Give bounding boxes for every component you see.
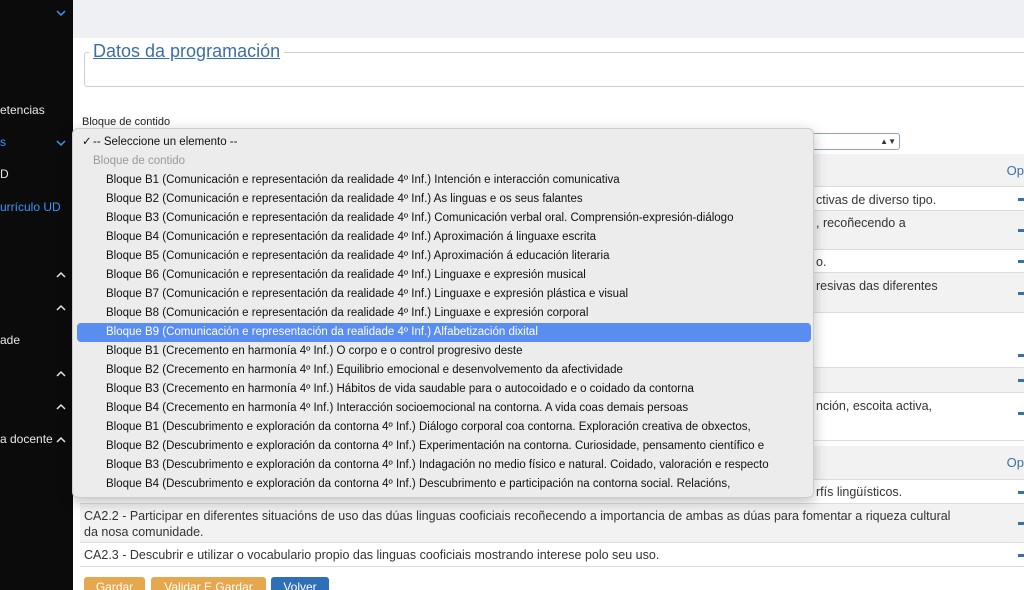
row-text: , recoñecendo a (816, 216, 906, 230)
row-text: CA2.2 - Participar en diferentes situaci… (84, 509, 951, 539)
option-label: Bloque B6 (Comunicación e representación… (106, 269, 586, 281)
sidebar-item-docente[interactable]: a docente (0, 427, 73, 451)
chevron-up-icon (55, 262, 67, 286)
row-text: o. (816, 255, 827, 269)
option-label: Bloque B9 (Comunicación e representación… (106, 326, 538, 338)
dropdown-option[interactable]: Bloque B4 (Comunicación e representación… (77, 228, 811, 247)
dropdown-option[interactable]: Bloque B3 (Comunicación e representación… (77, 209, 811, 228)
option-label: Bloque B3 (Descubrimento e exploración d… (106, 459, 769, 471)
option-label: Bloque B8 (Comunicación e representación… (106, 307, 589, 319)
sidebar-item-6[interactable] (0, 295, 73, 319)
validate-save-button[interactable]: Validar E Gardar (151, 577, 266, 590)
sidebar-item-label: D (0, 167, 9, 181)
option-label: Bloque B1 (Crecemento en harmonía 4º Inf… (106, 345, 523, 357)
bloque-contido-select[interactable]: ▲▼ (812, 133, 900, 150)
option-label: Bloque B1 (Comunicación e representación… (106, 174, 620, 186)
save-button[interactable]: Gardar (84, 577, 145, 590)
dropdown-option[interactable]: Bloque B6 (Comunicación e representación… (77, 266, 811, 285)
option-label: Bloque B4 (Crecemento en harmonía 4º Inf… (106, 402, 689, 414)
dropdown-option[interactable]: Bloque B7 (Comunicación e representación… (77, 285, 811, 304)
sidebar: etencias s D urrículo UD ade a docente (0, 0, 73, 590)
row-action-icon[interactable] (1018, 229, 1024, 232)
sidebar-item-ade[interactable]: ade (0, 328, 73, 352)
sidebar-item-programacions[interactable]: s (0, 130, 73, 154)
row-action-icon[interactable] (1018, 354, 1024, 357)
dropdown-option[interactable]: Bloque B2 (Comunicación e representación… (77, 190, 811, 209)
table-row: CA2.2 - Participar en diferentes situaci… (80, 504, 1024, 543)
sidebar-item-8[interactable] (0, 361, 73, 385)
option-label: Bloque B3 (Comunicación e representación… (106, 212, 734, 224)
dropdown-group-label: Bloque de contido (77, 152, 811, 171)
dropdown-option[interactable]: Bloque B1 (Comunicación e representación… (77, 171, 811, 190)
row-action-icon[interactable] (1018, 554, 1024, 557)
chevron-up-icon (55, 361, 67, 385)
dropdown-option[interactable]: Bloque B2 (Crecemento en harmonía 4º Inf… (77, 361, 811, 380)
row-action-icon[interactable] (1018, 379, 1024, 382)
row-action-icon[interactable] (1018, 198, 1024, 201)
top-bar (73, 0, 1024, 38)
sidebar-item-0[interactable] (0, 0, 73, 24)
back-button[interactable]: Volver (271, 577, 329, 590)
fieldset-legend: Datos da programación (89, 41, 285, 62)
group-label: Bloque de contido (93, 155, 186, 167)
row-text: ctivas de diverso tipo. (816, 193, 937, 207)
option-label: -- Seleccione un elemento -- (93, 136, 238, 148)
dropdown-option[interactable]: Bloque B1 (Crecemento en harmonía 4º Inf… (77, 342, 811, 361)
row-action-icon[interactable] (1018, 491, 1024, 494)
sidebar-item-9[interactable] (0, 394, 73, 418)
options-header: Op (1006, 163, 1024, 178)
chevron-down-icon (55, 0, 67, 24)
sidebar-item-competencias[interactable]: etencias (0, 98, 73, 122)
sidebar-item-label: ade (0, 333, 21, 347)
option-label: Bloque B1 (Descubrimento e exploración d… (106, 421, 751, 433)
dropdown-option[interactable]: Bloque B5 (Comunicación e representación… (77, 247, 811, 266)
sidebar-item-label: urrículo UD (0, 200, 61, 214)
row-text: rfís lingüísticos. (816, 485, 903, 499)
option-label: Bloque B4 (Descubrimento e exploración d… (106, 478, 731, 490)
dropdown-popup: ✓ -- Seleccione un elemento -- Bloque de… (72, 128, 814, 498)
dropdown-option[interactable]: Bloque B3 (Crecemento en harmonía 4º Inf… (77, 380, 811, 399)
chevron-down-icon (55, 130, 67, 154)
option-label: Bloque B4 (Comunicación e representación… (106, 231, 597, 243)
sidebar-item-ud[interactable]: D (0, 162, 73, 186)
select-arrows-icon: ▲▼ (880, 137, 896, 146)
sidebar-item-label: a docente (0, 432, 53, 446)
option-label: Bloque B2 (Descubrimento e exploración d… (106, 440, 765, 452)
chevron-up-icon (55, 295, 67, 319)
option-label: Bloque B2 (Crecemento en harmonía 4º Inf… (106, 364, 623, 376)
option-label: Bloque B3 (Crecemento en harmonía 4º Inf… (106, 383, 694, 395)
chevron-up-icon (55, 394, 67, 418)
option-label: Bloque B7 (Comunicación e representación… (106, 288, 629, 300)
dropdown-option[interactable]: Bloque B4 (Crecemento en harmonía 4º Inf… (77, 399, 811, 418)
row-action-icon[interactable] (1018, 522, 1024, 525)
bloque-contido-label: Bloque de contido (82, 116, 171, 128)
sidebar-item-5[interactable] (0, 262, 73, 286)
dropdown-option[interactable]: Bloque B8 (Comunicación e representación… (77, 304, 811, 323)
row-action-icon[interactable] (1018, 292, 1024, 295)
dropdown-option[interactable]: Bloque B3 (Descubrimento e exploración d… (77, 456, 811, 475)
table-row: CA2.3 - Descubrir e utilizar o vocabular… (80, 543, 1024, 567)
row-action-icon[interactable] (1018, 412, 1024, 415)
dropdown-option[interactable]: Bloque B2 (Descubrimento e exploración d… (77, 437, 811, 456)
row-text: resivas das diferentes (816, 279, 938, 293)
checkmark-icon: ✓ (82, 136, 92, 148)
dropdown-option[interactable]: Bloque B9 (Comunicación e representación… (77, 323, 811, 342)
row-text: CA2.3 - Descubrir e utilizar o vocabular… (84, 548, 660, 562)
sidebar-item-curriculo-ud[interactable]: urrículo UD (0, 195, 73, 219)
options-header: Op (1006, 455, 1024, 470)
option-label: Bloque B5 (Comunicación e representación… (106, 250, 610, 262)
dropdown-option[interactable]: Bloque B4 (Descubrimento e exploración d… (77, 475, 811, 494)
dropdown-option[interactable]: Bloque B1 (Descubrimento e exploración d… (77, 418, 811, 437)
row-text: nción, escoita activa, (816, 399, 933, 413)
row-action-icon[interactable] (1018, 260, 1024, 263)
dropdown-option-placeholder[interactable]: ✓ -- Seleccione un elemento -- (77, 133, 811, 152)
chevron-up-icon (55, 427, 67, 451)
sidebar-item-label: s (0, 135, 6, 149)
sidebar-item-label: etencias (0, 103, 45, 117)
option-label: Bloque B2 (Comunicación e representación… (106, 193, 583, 205)
